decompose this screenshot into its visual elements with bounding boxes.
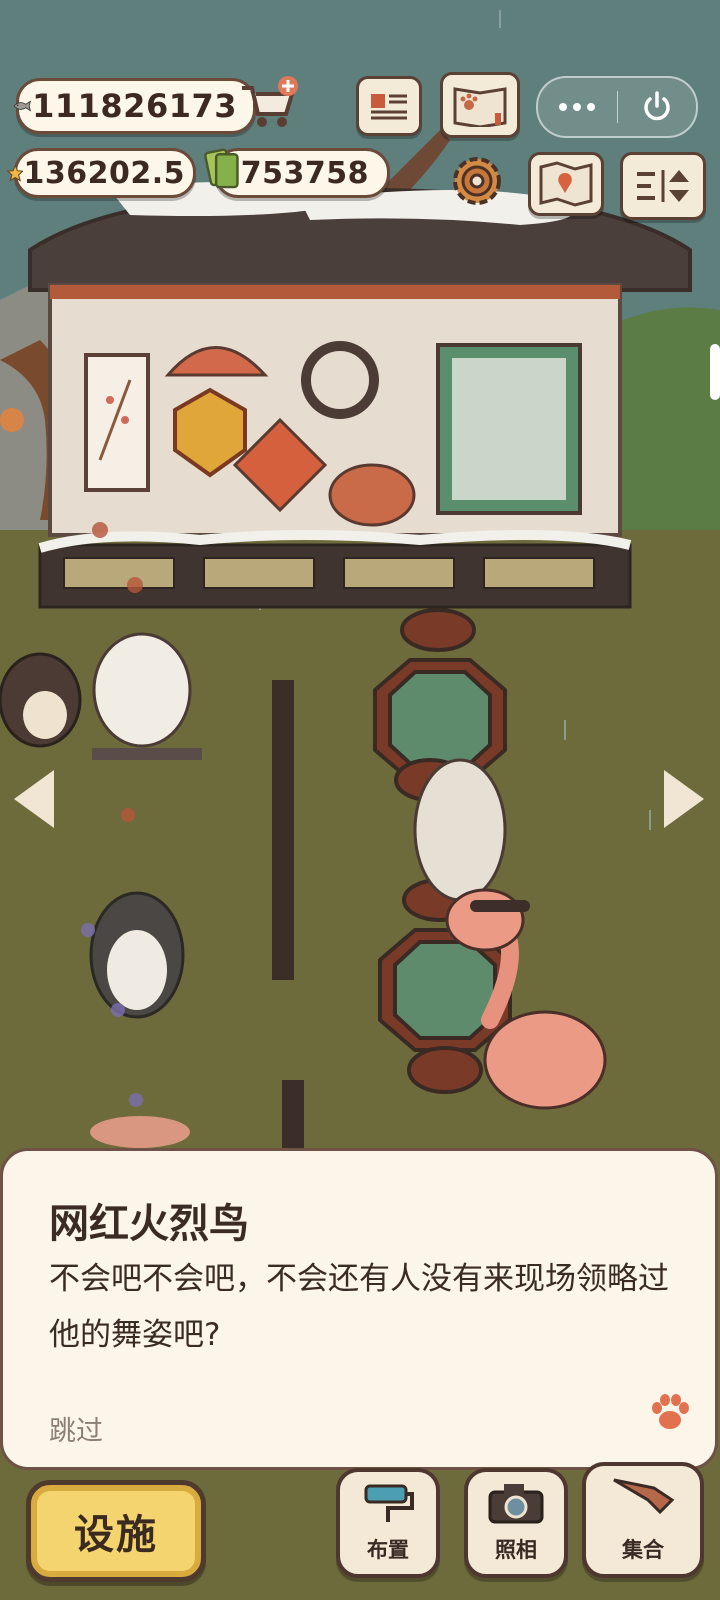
map-icon [539,161,593,207]
facilities-button[interactable]: 设施 [26,1480,206,1582]
photo-label: 照相 [495,1538,537,1562]
newspaper-icon [371,94,407,120]
shop-cart-button[interactable] [238,74,300,132]
map-button[interactable] [528,152,604,216]
side-drawer-handle[interactable] [710,344,720,400]
star-count: 136202.5 [23,155,185,191]
ticket-currency: 753758 [204,148,390,198]
whistle-icon [613,1478,675,1515]
power-icon [644,91,670,121]
shop-cart-icon [242,76,298,127]
fish-icon [13,100,32,112]
fish-count: 111826173 [32,87,237,125]
speaker-name: 网红火烈鸟 [49,1201,249,1247]
paw-icon [652,1394,689,1429]
star-currency: 136202.5 [7,148,196,198]
camera-icon [488,1484,544,1524]
star-coin-icon [7,164,24,182]
mini-program-capsule [536,76,698,138]
arrange-button[interactable]: 布置 [336,1468,440,1578]
gather-button[interactable]: 集合 [582,1462,704,1578]
arrange-label: 布置 [367,1538,409,1562]
paw-album-button[interactable] [440,72,520,138]
paw-album-icon [453,87,507,127]
ticket-icon [204,148,239,189]
fish-currency: 111826173 [13,78,256,134]
ticket-count: 753758 [240,155,369,191]
gear-icon [453,157,501,205]
dialog-text: 不会吧不会吧，不会还有人没有来现场领略过他的舞姿吧? [49,1261,669,1353]
more-dots-icon [559,103,596,111]
photo-button[interactable]: 照相 [464,1468,568,1578]
gather-label: 集合 [622,1538,664,1562]
sort-toggle-icon [637,170,689,202]
newspaper-button[interactable] [356,76,422,136]
close-button[interactable] [618,78,697,136]
paint-roller-icon [364,1484,414,1522]
sort-toggle-button[interactable] [620,152,706,220]
more-button[interactable] [538,78,617,136]
settings-button[interactable] [448,152,506,210]
dialog-box[interactable]: 网红火烈鸟 不会吧不会吧，不会还有人没有来现场领略过他的舞姿吧? 跳过 [0,1148,718,1470]
skip-button[interactable]: 跳过 [49,1409,103,1448]
